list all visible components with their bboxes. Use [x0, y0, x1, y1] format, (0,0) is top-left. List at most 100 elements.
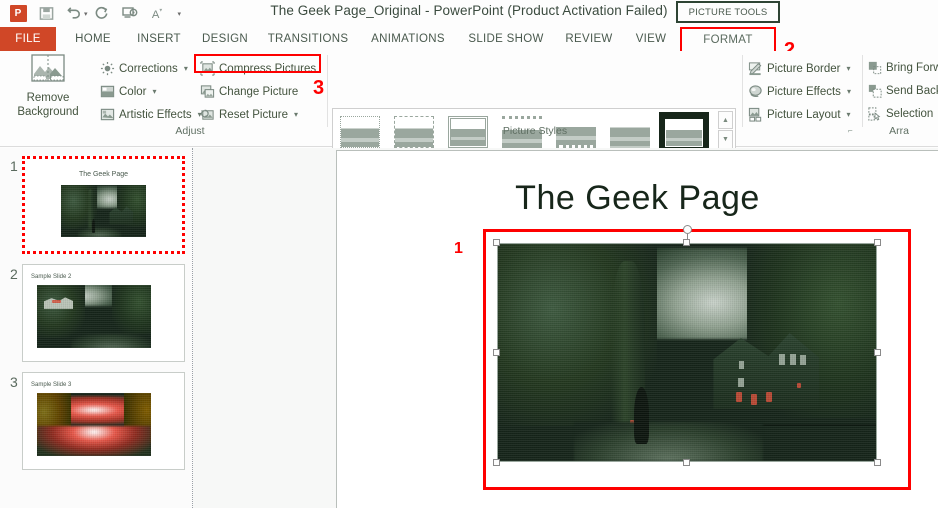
send-backward-icon [868, 84, 882, 98]
picture-border-label: Picture Border [767, 62, 841, 75]
resize-handle-w[interactable] [493, 349, 500, 356]
tab-view-label: VIEW [635, 33, 667, 45]
remove-background-label-2: Background [17, 105, 79, 118]
change-picture-button[interactable]: Change Picture [200, 84, 298, 99]
resize-handle-e[interactable] [874, 349, 881, 356]
tab-home[interactable]: HOME [62, 27, 124, 51]
tab-design[interactable]: DESIGN [194, 27, 256, 51]
resize-handle-s[interactable] [683, 459, 690, 466]
artistic-effects-icon [100, 108, 115, 121]
corrections-chevron-down-icon[interactable]: ▾ [184, 64, 188, 73]
slide-thumbnail-panel[interactable]: 1 The Geek Page 2 Sample Slide 2 3 Sampl… [0, 148, 193, 508]
bring-forward-button[interactable]: Bring Forw [868, 61, 938, 75]
tab-transitions[interactable]: TRANSITIONS [260, 27, 356, 51]
tab-slide-show[interactable]: SLIDE SHOW [460, 27, 552, 51]
slide-thumbnail-3[interactable]: Sample Slide 3 [22, 372, 185, 470]
selected-picture[interactable] [493, 225, 881, 466]
resize-handle-n[interactable] [683, 239, 690, 246]
tab-format-label: FORMAT [703, 34, 753, 46]
picture-border-chevron-down-icon[interactable]: ▾ [847, 64, 851, 73]
picture-effects-icon [749, 85, 762, 97]
tab-format[interactable]: FORMAT [680, 27, 776, 53]
reset-picture-label: Reset Picture [219, 108, 289, 121]
tab-animations-label: ANIMATIONS [371, 33, 445, 45]
artistic-effects-label: Artistic Effects [119, 108, 192, 121]
arrange-group-label: Arra [889, 125, 909, 137]
tab-animations[interactable]: ANIMATIONS [362, 27, 454, 51]
picture-effects-button[interactable]: Picture Effects ▾ [748, 84, 851, 99]
ribbon: Remove Background Corrections ▾ Color ▾ [0, 51, 938, 170]
slide-number-3: 3 [10, 374, 18, 390]
picture-styles-group-label: Picture Styles [502, 125, 568, 137]
remove-background-icon [31, 54, 65, 82]
resize-handle-se[interactable] [874, 459, 881, 466]
picture-style-option[interactable] [335, 112, 385, 152]
color-label: Color [119, 85, 147, 98]
annotation-number-1: 1 [454, 240, 463, 257]
picture-layout-chevron-down-icon[interactable]: ▾ [847, 110, 851, 119]
window-title: The Geek Page_Original - PowerPoint (Pro… [270, 3, 668, 18]
tab-review[interactable]: REVIEW [558, 27, 620, 51]
slide-thumbnail-2-image [37, 285, 151, 348]
picture-tools-text: PICTURE TOOLS [688, 6, 768, 18]
tab-insert[interactable]: INSERT [128, 27, 190, 51]
ribbon-tab-bar: FILE HOME INSERT DESIGN TRANSITIONS ANIM… [0, 27, 938, 51]
selection-pane-icon [868, 107, 881, 121]
tab-design-label: DESIGN [202, 33, 248, 45]
resize-handle-sw[interactable] [493, 459, 500, 466]
tab-slide-show-label: SLIDE SHOW [468, 33, 544, 45]
scroll-down-icon[interactable]: ▼ [718, 130, 733, 149]
bring-forward-icon [868, 61, 882, 75]
selection-pane-button[interactable]: Selection [868, 107, 933, 121]
slide-thumbnail-1-title: The Geek Page [78, 171, 129, 178]
selection-pane-label: Selection [886, 108, 934, 120]
resize-handle-nw[interactable] [493, 239, 500, 246]
resize-handle-ne[interactable] [874, 239, 881, 246]
tab-transitions-label: TRANSITIONS [267, 33, 349, 45]
artistic-effects-button[interactable]: Artistic Effects ▾ [100, 107, 202, 122]
remove-background-button[interactable]: Remove Background [4, 54, 92, 138]
slide-thumbnail-2[interactable]: Sample Slide 2 [22, 264, 185, 362]
bring-forward-label: Bring Forw [886, 62, 938, 74]
reset-picture-icon [200, 109, 214, 120]
send-backward-button[interactable]: Send Back [868, 84, 938, 98]
slide-thumbnail-1-image [61, 185, 146, 237]
tab-home-label: HOME [75, 33, 111, 45]
slide-thumbnail-3-image [37, 393, 151, 456]
picture-layout-button[interactable]: Picture Layout ▾ [748, 107, 851, 122]
picture-effects-label: Picture Effects [767, 85, 841, 98]
color-button[interactable]: Color ▾ [100, 84, 157, 99]
slide-thumbnail-1[interactable]: The Geek Page [22, 156, 185, 254]
corrections-icon [100, 61, 115, 76]
title-bar: P ▾ A ▾ The Geek Page_Original - PowerPo… [0, 0, 938, 27]
corrections-label: Corrections [119, 62, 178, 75]
picture-border-button[interactable]: Picture Border ▾ [748, 61, 851, 76]
remove-background-label-1: Remove [26, 92, 70, 104]
reset-picture-chevron-down-icon[interactable]: ▾ [294, 110, 298, 119]
rotate-handle[interactable] [683, 225, 692, 234]
reset-picture-button[interactable]: Reset Picture ▾ [200, 107, 298, 122]
tab-review-label: REVIEW [565, 33, 613, 45]
corrections-button[interactable]: Corrections ▾ [100, 61, 188, 76]
picture-layout-label: Picture Layout [767, 108, 841, 121]
slide-title-text[interactable]: The Geek Page [337, 179, 938, 218]
picture-style-option[interactable] [389, 112, 439, 152]
tab-file-label: FILE [15, 33, 41, 45]
picture-image[interactable] [497, 243, 877, 462]
tab-file[interactable]: FILE [0, 27, 56, 51]
change-picture-icon [200, 85, 215, 98]
picture-layout-icon [748, 107, 762, 122]
color-chevron-down-icon[interactable]: ▾ [152, 87, 156, 96]
scroll-up-icon[interactable]: ▲ [718, 111, 733, 130]
tab-view[interactable]: VIEW [626, 27, 676, 51]
arrange-dialog-launcher-icon[interactable]: ⌐ [848, 126, 853, 135]
slide-thumbnail-2-title: Sample Slide 2 [31, 274, 72, 280]
picture-border-icon [748, 62, 762, 76]
send-backward-label: Send Back [886, 85, 938, 97]
annotation-number-3: 3 [313, 77, 325, 99]
adjust-group-label: Adjust [175, 125, 205, 137]
picture-tools-contextual-label: PICTURE TOOLS [676, 1, 780, 23]
slide-thumbnail-3-title: Sample Slide 3 [31, 382, 72, 388]
slide-number-2: 2 [10, 266, 18, 282]
picture-effects-chevron-down-icon[interactable]: ▾ [847, 87, 851, 96]
